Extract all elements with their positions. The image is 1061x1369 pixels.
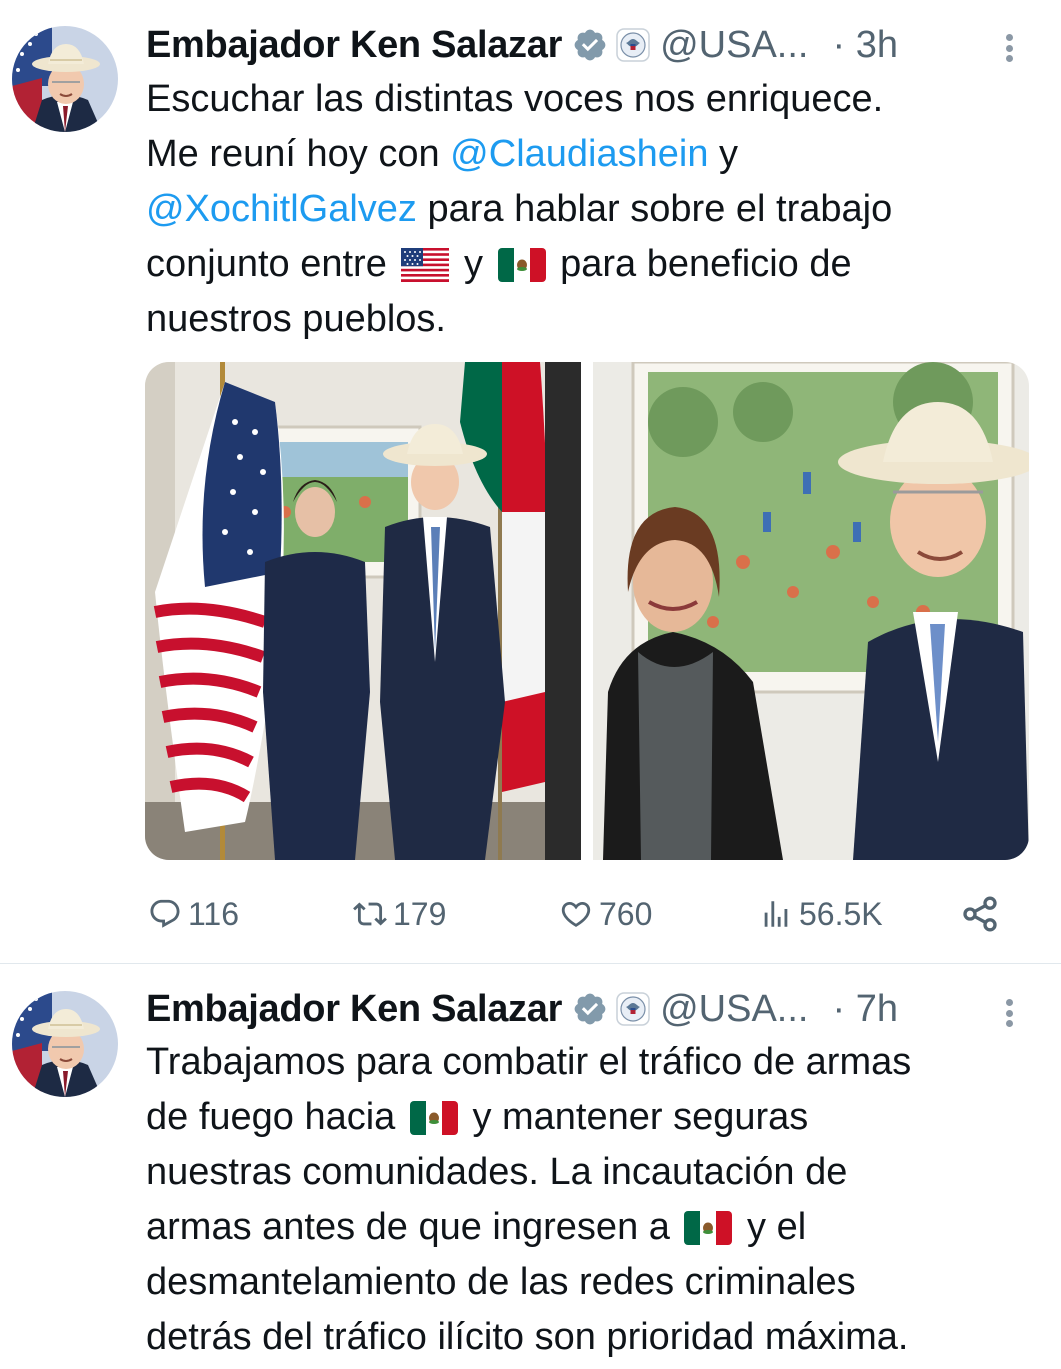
photo-image: [593, 362, 1029, 860]
mention-link[interactable]: @XochitlGalvez: [146, 188, 417, 230]
tweet-photo[interactable]: [145, 362, 581, 860]
text-line: Trabajamos para combatir el tráfico de a…: [146, 1041, 912, 1083]
tweet-timestamp[interactable]: · 3h: [832, 24, 897, 67]
reply-icon: [150, 899, 180, 928]
text-line: y: [708, 133, 739, 175]
like-button[interactable]: 760: [559, 890, 652, 938]
text-line: para beneficio de: [549, 243, 852, 285]
views-chart-icon: [764, 901, 788, 927]
tweet-text: Trabajamos para combatir el tráfico de a…: [146, 1035, 1046, 1365]
tweet-card[interactable]: Embajador Ken Salazar @USA... · 7h Traba…: [0, 965, 1061, 1369]
text-line: de fuego hacia: [146, 1096, 406, 1138]
text-line: para hablar sobre el trabajo: [416, 188, 893, 230]
avatar-image: [12, 991, 118, 1097]
author-name[interactable]: Embajador Ken Salazar: [146, 24, 562, 67]
text-line: desmantelamiento de las redes criminales: [146, 1261, 856, 1303]
like-count: 760: [599, 895, 653, 932]
tweet-actions: 116 179 760 56.5K: [145, 890, 1005, 938]
text-line: armas antes de que ingresen a: [146, 1206, 681, 1248]
photo-image: [145, 362, 581, 860]
author-handle[interactable]: @USA...: [660, 24, 808, 67]
text-line: detrás del tráfico ilícito son prioridad…: [146, 1316, 909, 1358]
avatar[interactable]: [12, 991, 118, 1097]
text-line: Me reuní hoy con: [146, 133, 451, 175]
author-handle[interactable]: @USA...: [660, 988, 808, 1031]
tweet-header: Embajador Ken Salazar @USA... · 3h: [146, 22, 1021, 68]
avatar[interactable]: [12, 26, 118, 132]
retweet-count: 179: [393, 895, 447, 932]
tweet-photo[interactable]: [593, 362, 1029, 860]
mexico-flag-emoji: [684, 1211, 732, 1245]
more-options-icon[interactable]: [997, 993, 1021, 1033]
text-line: nuestras comunidades. La incautación de: [146, 1151, 848, 1193]
mention-link[interactable]: @Claudiashein: [450, 133, 708, 175]
views-count: 56.5K: [799, 895, 883, 932]
avatar-image: [12, 26, 118, 132]
text-line: nuestros pueblos.: [146, 298, 446, 340]
verified-badge-icon: [572, 27, 608, 63]
tweet-card[interactable]: Embajador Ken Salazar @USA... · 3h Escuc…: [0, 0, 1061, 964]
text-line: y mantener seguras: [461, 1096, 809, 1138]
us-seal-icon[interactable]: [616, 992, 650, 1026]
retweet-button[interactable]: 179: [353, 890, 446, 938]
text-line: Escuchar las distintas voces nos enrique…: [146, 78, 884, 120]
views-button[interactable]: 56.5K: [759, 890, 883, 938]
text-line: conjunto entre: [146, 243, 398, 285]
text-line: y el: [736, 1206, 807, 1248]
tweet-timestamp[interactable]: · 7h: [832, 988, 897, 1031]
media-gallery: [145, 362, 1029, 860]
mexico-flag-emoji: [410, 1101, 458, 1135]
retweet-icon: [353, 902, 387, 926]
us-flag-emoji: [401, 248, 449, 282]
share-icon: [963, 896, 997, 932]
tweet-text: Escuchar las distintas voces nos enrique…: [146, 72, 1046, 347]
tweet-header: Embajador Ken Salazar @USA... · 7h: [146, 986, 1021, 1032]
reply-count: 116: [188, 895, 240, 932]
verified-badge-icon: [572, 991, 608, 1027]
us-seal-icon[interactable]: [616, 28, 650, 62]
share-button[interactable]: [960, 890, 1000, 938]
more-options-icon[interactable]: [997, 28, 1021, 68]
heart-icon: [561, 901, 591, 927]
text-line: y: [453, 243, 494, 285]
mexico-flag-emoji: [498, 248, 546, 282]
author-name[interactable]: Embajador Ken Salazar: [146, 988, 562, 1031]
reply-button[interactable]: 116: [148, 890, 239, 938]
